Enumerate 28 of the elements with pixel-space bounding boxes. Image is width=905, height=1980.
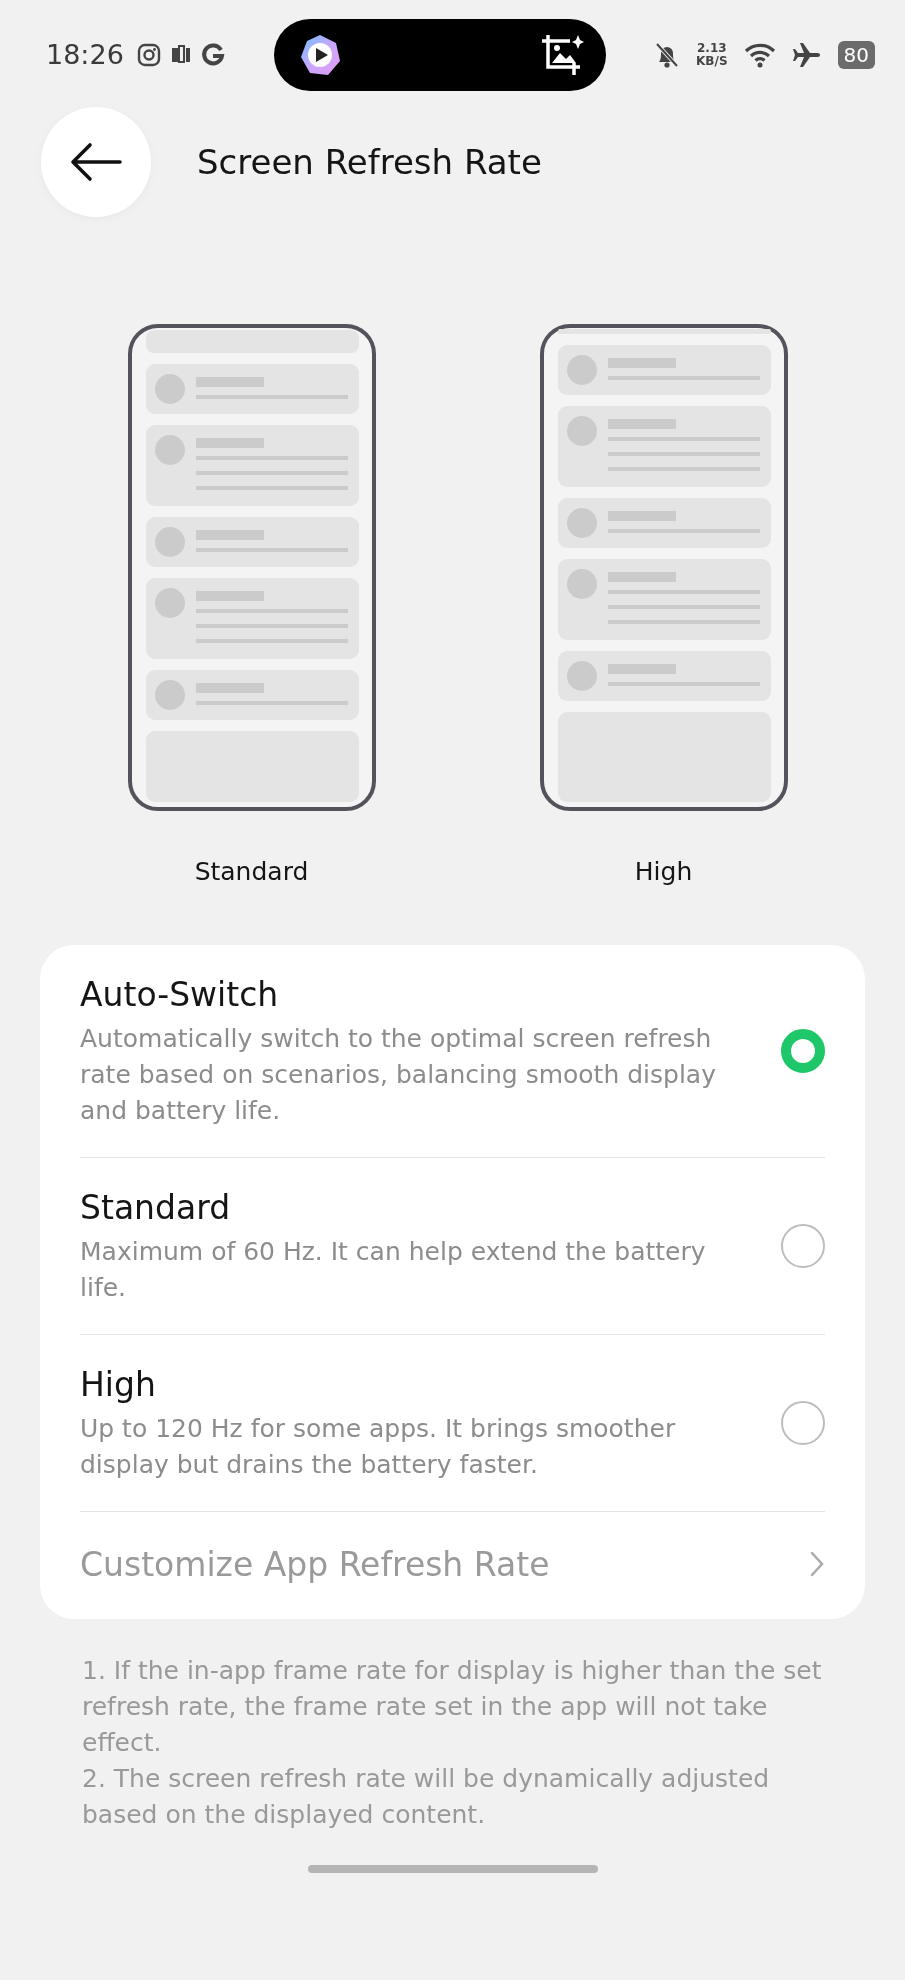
preview-label: Standard	[194, 856, 309, 888]
settings-link[interactable]: Customize App Refresh Rate	[80, 1539, 550, 1589]
wifi-icon	[743, 42, 776, 68]
note-text: 2. The screen refresh rate will be dynamically adjusted based on the displayed content.	[82, 1763, 771, 1831]
option-title: High	[80, 1363, 157, 1406]
option-title: Standard	[80, 1186, 232, 1229]
bell-muted-icon	[654, 41, 681, 69]
back-arrow-icon	[70, 142, 122, 182]
option-description: Up to 120 Hz for some apps. It brings smoother display but drains the battery faster.	[80, 1412, 677, 1481]
preview-label: High	[634, 856, 693, 888]
page-title: Screen Refresh Rate	[197, 140, 542, 184]
note-text: 1. If the in-app frame rate for display is higher than the set refresh rate, the frame rate set in the app will not take effect.	[82, 1655, 823, 1759]
clock-time: 18:26	[46, 37, 124, 72]
radio-button[interactable]	[781, 1223, 825, 1268]
chevron-right-icon	[809, 1550, 825, 1579]
speed-unit: KB/S	[696, 55, 728, 68]
radio-button[interactable]	[781, 1028, 825, 1073]
radio-button[interactable]	[781, 1400, 825, 1445]
photo-edit-icon	[539, 33, 584, 77]
option-description: Maximum of 60 Hz. It can help extend the battery life.	[80, 1235, 707, 1304]
camera-icon	[135, 42, 162, 68]
option-description: Automatically switch to the optimal screen refresh rate based on scenarios, balancing smooth display and battery life.	[80, 1022, 717, 1127]
network-speed: 2.13	[696, 42, 728, 55]
option-title: Auto-Switch	[80, 973, 280, 1016]
g-letter-icon	[199, 42, 226, 68]
battery-level: 80	[837, 41, 875, 69]
home-indicator[interactable]	[307, 1865, 598, 1873]
airplane-icon	[791, 41, 822, 69]
